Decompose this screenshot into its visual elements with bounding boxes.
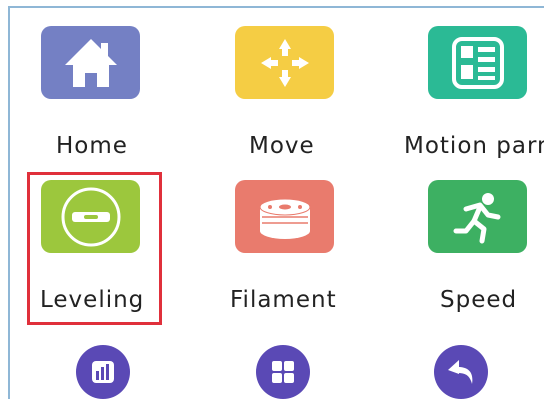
speed-label: Speed: [440, 287, 518, 313]
move-button[interactable]: [235, 26, 334, 99]
running-person-icon: [453, 192, 500, 243]
back-button[interactable]: [434, 345, 488, 399]
grid-icon: [272, 361, 294, 383]
level-icon: [61, 187, 120, 246]
move-arrows-icon: [260, 38, 309, 87]
leveling-label: Leveling: [40, 287, 145, 313]
speed-button[interactable]: [428, 180, 527, 253]
statistics-button[interactable]: [76, 345, 130, 399]
back-arrow-icon: [448, 360, 473, 384]
home-label: Home: [56, 133, 128, 159]
motion-params-button[interactable]: [428, 26, 527, 99]
filament-label: Filament: [230, 287, 337, 313]
home-icon: [64, 38, 117, 87]
motion-params-label: Motion parm: [404, 133, 544, 159]
motion-params-icon: [451, 36, 504, 89]
more-button[interactable]: [256, 345, 310, 399]
move-label: Move: [249, 133, 315, 159]
filament-button[interactable]: [235, 180, 334, 253]
bar-chart-icon: [92, 361, 114, 383]
filament-spool-icon: [259, 198, 310, 239]
home-button[interactable]: [41, 26, 140, 99]
leveling-button[interactable]: [41, 180, 140, 253]
